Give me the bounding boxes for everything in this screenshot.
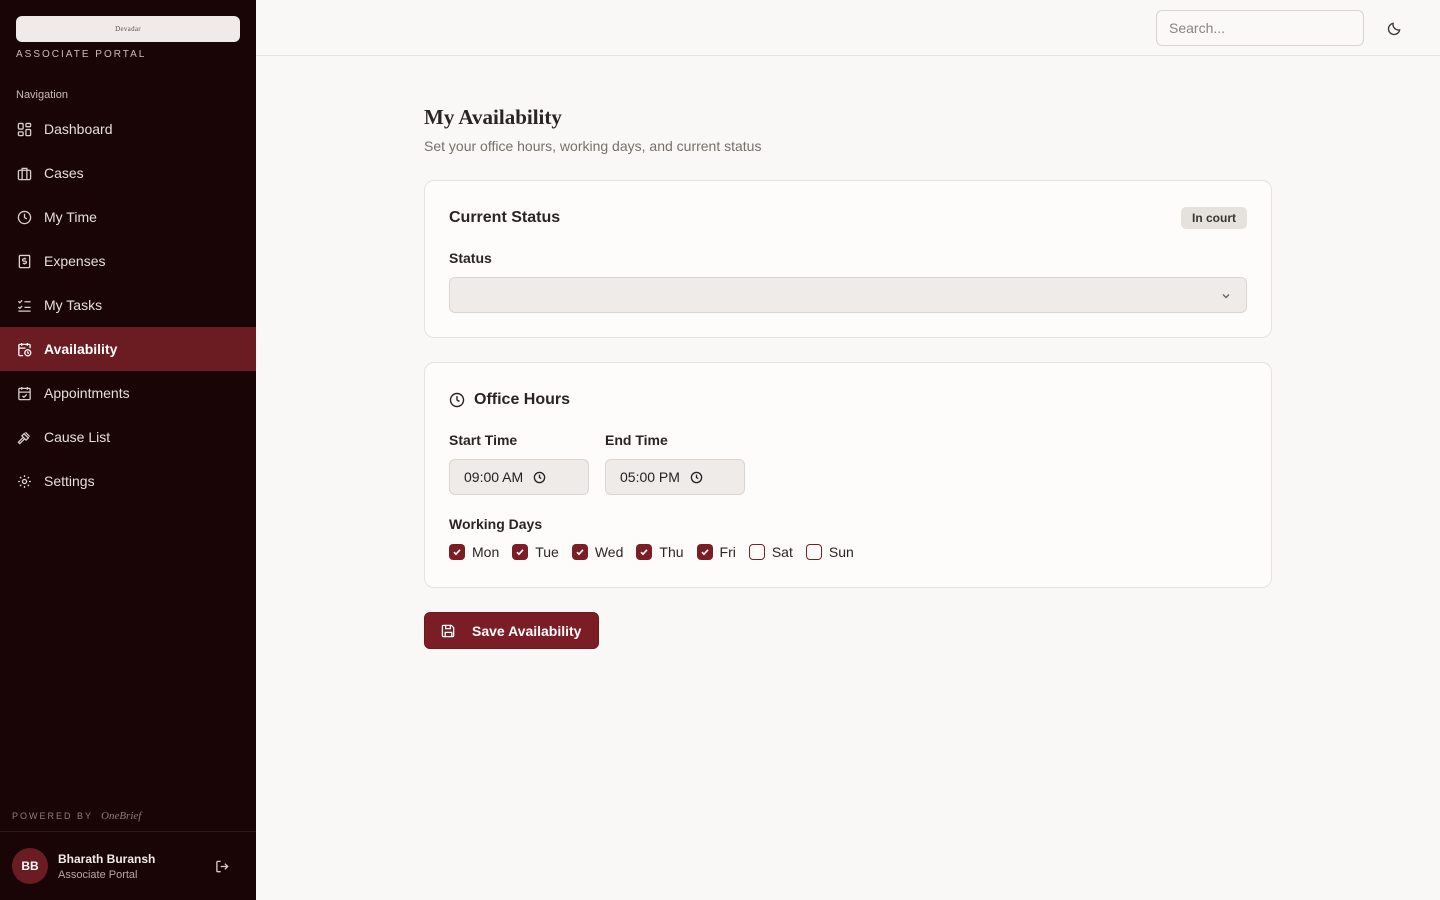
checkbox-checked-icon[interactable]	[571, 544, 588, 560]
sidebar-item-cause-list[interactable]: Cause List	[0, 415, 256, 459]
powered-by-label: POWERED BY	[12, 811, 94, 821]
gavel-icon	[16, 429, 32, 445]
checkbox-checked-icon[interactable]	[449, 544, 465, 560]
end-time-value: 05:00 PM	[620, 469, 680, 485]
sidebar-item-label: Cause List	[44, 429, 111, 445]
status-select[interactable]	[449, 277, 1247, 313]
working-days-label: Working Days	[449, 516, 543, 532]
day-label: Wed	[594, 544, 624, 560]
start-time-label: Start Time	[449, 432, 518, 448]
sidebar-item-my-time[interactable]: My Time	[0, 195, 256, 239]
working-days-group: Mon Tue Wed Thu Fri Sat Sun	[449, 544, 867, 560]
briefcase-icon	[16, 165, 32, 181]
sidebar-item-label: My Tasks	[44, 297, 103, 313]
sidebar-item-label: Expenses	[44, 253, 106, 269]
checklist-icon	[16, 297, 32, 313]
start-time-value: 09:00 AM	[464, 469, 524, 485]
logout-icon	[215, 860, 229, 872]
user-profile[interactable]: BB Bharath Buransh Associate Portal	[12, 848, 155, 884]
page-subtitle: Set your office hours, working days, and…	[424, 138, 762, 154]
day-label: Thu	[659, 544, 684, 560]
theme-toggle-button[interactable]	[1382, 16, 1406, 40]
nav-heading: Navigation	[16, 89, 68, 101]
save-availability-button[interactable]: Save Availability	[424, 612, 599, 649]
clock-icon	[533, 471, 546, 484]
end-time-label: End Time	[605, 432, 668, 448]
office-hours-header: Office Hours	[449, 391, 570, 409]
topbar	[256, 0, 1440, 56]
day-checkbox-sat[interactable]: Sat	[748, 544, 793, 560]
card-title: Current Status	[449, 209, 561, 226]
day-label: Tue	[535, 544, 559, 560]
chevron-down-icon	[1220, 289, 1232, 307]
logo-text: Devadar	[115, 25, 141, 33]
user-name: Bharath Buransh	[58, 851, 156, 866]
card-title: Office Hours	[474, 391, 571, 408]
day-label: Fri	[719, 544, 736, 560]
avatar: BB	[12, 848, 48, 884]
day-checkbox-thu[interactable]: Thu	[636, 544, 684, 560]
clock-icon	[449, 392, 465, 408]
sidebar-item-label: My Time	[44, 209, 97, 225]
save-icon	[441, 623, 456, 638]
sidebar-item-my-tasks[interactable]: My Tasks	[0, 283, 256, 327]
day-checkbox-tue[interactable]: Tue	[512, 544, 559, 560]
save-button-label: Save Availability	[472, 622, 582, 639]
start-time-input[interactable]: 09:00 AM	[449, 459, 589, 495]
portal-label: ASSOCIATE PORTAL	[16, 49, 147, 60]
sidebar: Devadar ASSOCIATE PORTAL Navigation Dash…	[0, 0, 256, 900]
checkbox-unchecked-icon[interactable]	[748, 544, 765, 560]
firm-logo[interactable]: Devadar	[16, 16, 240, 42]
end-time-input[interactable]: 05:00 PM	[605, 459, 745, 495]
checkbox-unchecked-icon[interactable]	[805, 544, 822, 560]
sidebar-item-label: Appointments	[44, 385, 130, 401]
sidebar-item-label: Cases	[44, 165, 84, 181]
calendar-check-icon	[16, 385, 32, 401]
checkbox-checked-icon[interactable]	[696, 544, 713, 560]
sidebar-item-cases[interactable]: Cases	[0, 151, 256, 195]
clock-icon	[690, 471, 703, 484]
logout-button[interactable]	[212, 856, 232, 876]
day-checkbox-wed[interactable]: Wed	[571, 544, 624, 560]
day-checkbox-fri[interactable]: Fri	[696, 544, 736, 560]
checkbox-checked-icon[interactable]	[512, 544, 529, 560]
day-checkbox-mon[interactable]: Mon	[449, 544, 499, 560]
sidebar-item-dashboard[interactable]: Dashboard	[0, 107, 256, 151]
dashboard-icon	[16, 121, 32, 137]
powered-by: POWERED BY OneBrief	[12, 810, 141, 822]
status-label: Status	[449, 250, 492, 266]
day-label: Sat	[771, 544, 793, 560]
sidebar-item-appointments[interactable]: Appointments	[0, 371, 256, 415]
sidebar-divider	[0, 831, 256, 832]
gear-icon	[16, 473, 32, 489]
day-checkbox-sun[interactable]: Sun	[805, 544, 854, 560]
clock-icon	[16, 209, 32, 225]
sidebar-item-settings[interactable]: Settings	[0, 459, 256, 503]
sidebar-nav: Dashboard Cases My Time Expenses My Task…	[0, 107, 256, 503]
user-role: Associate Portal	[58, 868, 138, 881]
day-label: Sun	[828, 544, 854, 560]
calendar-clock-icon	[16, 341, 32, 357]
sidebar-item-availability[interactable]: Availability	[0, 327, 256, 371]
search-input[interactable]	[1156, 10, 1364, 46]
receipt-icon	[16, 253, 32, 269]
sidebar-item-label: Dashboard	[44, 121, 113, 137]
sidebar-item-label: Availability	[44, 341, 118, 357]
powered-brand-logo: OneBrief	[101, 810, 142, 822]
page-title: My Availability	[424, 105, 562, 129]
current-status-card: Current Status In court Status	[424, 180, 1272, 338]
moon-icon	[1387, 22, 1400, 35]
office-hours-card: Office Hours Start Time End Time 09:00 A…	[424, 362, 1272, 588]
sidebar-item-label: Settings	[44, 473, 95, 489]
status-badge: In court	[1181, 207, 1247, 229]
checkbox-checked-icon[interactable]	[636, 544, 653, 560]
day-label: Mon	[472, 544, 500, 560]
sidebar-item-expenses[interactable]: Expenses	[0, 239, 256, 283]
